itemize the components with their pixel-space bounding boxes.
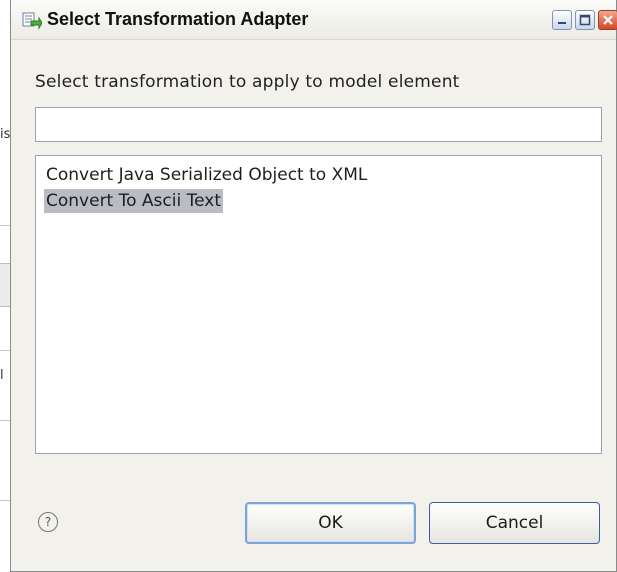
- ok-button[interactable]: OK: [245, 502, 416, 544]
- cancel-button[interactable]: Cancel: [429, 502, 600, 544]
- list-item-label: Convert Java Serialized Object to XML: [46, 165, 368, 185]
- transformation-list[interactable]: Convert Java Serialized Object to XML Co…: [35, 155, 602, 454]
- background-text: l: [0, 368, 4, 383]
- dialog-title: Select Transformation Adapter: [47, 9, 309, 29]
- transformation-adapter-icon: [22, 12, 42, 30]
- maximize-button[interactable]: [575, 10, 595, 30]
- dialog-prompt: Select transformation to apply to model …: [35, 72, 460, 92]
- list-item-label: Convert To Ascii Text: [44, 189, 223, 213]
- background-text: is: [0, 127, 11, 142]
- close-icon: [603, 15, 613, 25]
- list-item[interactable]: Convert Java Serialized Object to XML: [36, 162, 601, 188]
- select-transformation-dialog: Select Transformation Adapter Select tra…: [10, 0, 617, 572]
- help-icon[interactable]: ?: [38, 512, 58, 532]
- close-button[interactable]: [598, 10, 617, 30]
- minimize-button[interactable]: [552, 10, 572, 30]
- list-item-selected[interactable]: Convert To Ascii Text: [36, 188, 601, 214]
- minimize-icon: [558, 22, 566, 24]
- title-bar[interactable]: Select Transformation Adapter: [11, 0, 617, 40]
- filter-input[interactable]: [35, 107, 602, 142]
- maximize-icon: [579, 14, 591, 26]
